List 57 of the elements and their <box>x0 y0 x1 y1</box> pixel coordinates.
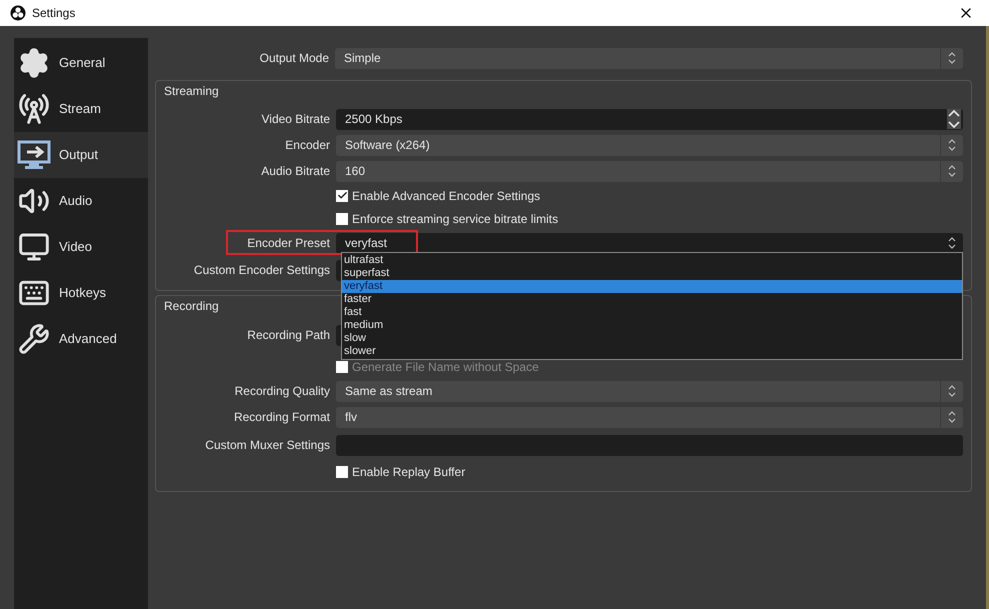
preset-dropdown[interactable]: veryfast <box>336 232 963 254</box>
dropdown-option[interactable]: superfast <box>342 267 962 280</box>
dropdown-option[interactable]: slow <box>342 332 962 345</box>
spinner-arrows-icon[interactable] <box>947 51 957 65</box>
field-label: Custom Encoder Settings <box>192 262 331 279</box>
field-label: Recording Format <box>232 409 331 426</box>
checkbox[interactable] <box>336 466 348 478</box>
gear-icon <box>18 47 50 79</box>
field-label: Recording Quality <box>234 383 331 400</box>
sidebar-item[interactable]: Hotkeys <box>14 270 148 316</box>
sidebar-item[interactable]: Stream <box>14 86 148 132</box>
dropdown-option[interactable]: slower <box>342 345 962 358</box>
field-label: Encoder <box>284 137 331 154</box>
checkbox-label: Enforce streaming service bitrate limits <box>352 210 558 228</box>
dropdown-option[interactable]: veryfast <box>342 280 962 293</box>
spinner-arrows-icon[interactable] <box>947 410 957 424</box>
field-label: Custom Muxer Settings <box>204 437 331 454</box>
sidebar-item[interactable]: Video <box>14 224 148 270</box>
wrench-icon <box>18 323 50 355</box>
bitrate-spinbox[interactable]: 2500 Kbps <box>336 108 963 130</box>
app-logo-icon <box>10 5 26 21</box>
select-dropdown[interactable]: flv <box>336 406 963 428</box>
dropdown-option[interactable]: fast <box>342 306 962 319</box>
monitor-icon <box>18 231 50 263</box>
checkbox-label: Enable Replay Buffer <box>352 464 466 480</box>
checkbox[interactable] <box>336 212 348 224</box>
spinner-arrows-icon[interactable] <box>947 164 957 178</box>
field-label: Video Bitrate <box>260 111 331 128</box>
dropdown-option[interactable]: faster <box>342 293 962 306</box>
sidebar-item[interactable]: Advanced <box>14 316 148 362</box>
text-field[interactable] <box>336 434 963 456</box>
group-title: Recording <box>164 298 219 315</box>
field-label: Recording Path <box>246 327 331 344</box>
select-dropdown[interactable]: Simple <box>335 48 963 68</box>
field-label: Output Mode <box>258 50 330 67</box>
checkbox-label: Generate File Name without Space <box>352 359 539 376</box>
sidebar-item[interactable]: General <box>14 40 148 86</box>
field-label: Encoder Preset <box>246 235 331 252</box>
checkbox-label: Enable Advanced Encoder Settings <box>352 188 540 204</box>
antenna-icon <box>18 93 50 125</box>
spinner-arrows-icon[interactable] <box>947 384 957 398</box>
spinner-arrows-icon[interactable] <box>947 236 957 250</box>
checkbox[interactable] <box>336 190 348 202</box>
sidebar-item[interactable]: Output <box>14 132 148 178</box>
monitor-arrow-icon <box>17 140 51 170</box>
group-title: Streaming <box>164 83 219 100</box>
stepper-arrows-icon[interactable] <box>947 109 961 129</box>
spinner-arrows-icon[interactable] <box>947 138 957 152</box>
dropdown-option[interactable]: ultrafast <box>342 254 962 267</box>
field-label: Audio Bitrate <box>260 163 331 180</box>
select-dropdown[interactable]: Same as stream <box>336 380 963 402</box>
sidebar-item[interactable]: Audio <box>14 178 148 224</box>
select-dropdown[interactable]: Software (x264) <box>336 134 963 156</box>
select-dropdown[interactable]: 160 <box>336 160 963 182</box>
window-title: Settings <box>32 5 76 22</box>
dropdown-option[interactable]: medium <box>342 319 962 332</box>
checkbox[interactable] <box>336 361 348 373</box>
